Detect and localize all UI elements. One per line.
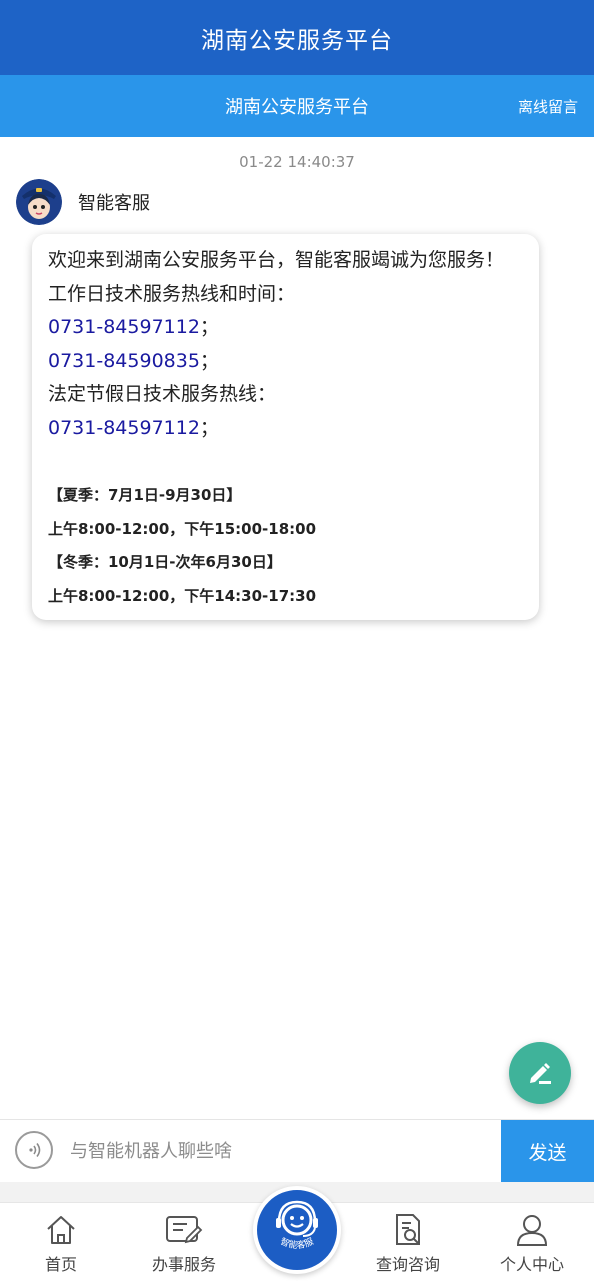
welcome-text: 欢迎来到湖南公安服务平台，智能客服竭诚为您服务！	[48, 249, 505, 271]
winter-hours: 上午8:00-12:00，下午14:30-17:30	[48, 586, 317, 605]
agent-avatar	[16, 179, 62, 225]
voice-icon	[29, 1143, 41, 1157]
tab-home[interactable]: 首页	[6, 1203, 116, 1281]
offline-message-button[interactable]: 离线留言	[518, 75, 578, 137]
workday-phone-row: 0731-84597112；	[48, 311, 523, 345]
message-timestamp: 01-22 14:40:37	[239, 153, 355, 171]
chat-title: 湖南公安服务平台	[225, 97, 369, 118]
chat-header: 湖南公安服务平台 离线留言	[0, 75, 594, 137]
app-header: 湖南公安服务平台	[0, 0, 594, 75]
center-badge-label: 智能客服	[279, 1235, 316, 1251]
pencil-icon	[530, 1063, 551, 1084]
phone-link[interactable]: 0731-84597112	[48, 316, 200, 338]
home-icon	[47, 1216, 75, 1244]
phone-suffix: ；	[199, 316, 219, 338]
tab-label: 办事服务	[151, 1255, 216, 1274]
workday-label: 工作日技术服务热线和时间：	[48, 282, 296, 305]
headset-icon: 智能客服	[276, 1200, 318, 1251]
chat-input-bar: 发送	[0, 1119, 594, 1182]
tab-label: 查询咨询	[375, 1255, 440, 1274]
smart-service-button[interactable]: 智能客服	[253, 1186, 341, 1274]
phone-suffix: ；	[199, 349, 219, 372]
agent-name: 智能客服	[78, 193, 150, 214]
winter-label: 【冬季：10月1日-次年6月30日】	[48, 553, 282, 571]
compose-button[interactable]	[509, 1042, 571, 1104]
holiday-phone-row: 0731-84597112；	[48, 412, 523, 446]
document-edit-icon	[166, 1216, 203, 1244]
chat-input[interactable]	[62, 1128, 508, 1174]
message-bubble: 欢迎来到湖南公安服务平台，智能客服竭诚为您服务！ 工作日技术服务热线和时间： 0…	[32, 234, 539, 620]
tab-label: 个人中心	[499, 1255, 564, 1274]
summer-hours: 上午8:00-12:00，下午15:00-18:00	[48, 519, 317, 538]
page-title: 湖南公安服务平台	[201, 27, 393, 54]
phone-link[interactable]: 0731-84590835	[48, 350, 200, 372]
user-icon	[516, 1215, 548, 1246]
document-search-icon	[396, 1214, 420, 1245]
tab-services[interactable]: 办事服务	[129, 1203, 239, 1281]
phone-suffix: ；	[199, 416, 219, 439]
tab-profile[interactable]: 个人中心	[477, 1203, 587, 1281]
holiday-label: 法定节假日技术服务热线：	[48, 383, 277, 405]
summer-label: 【夏季：7月1日-9月30日】	[48, 486, 242, 504]
workday-phone-row: 0731-84590835；	[48, 345, 523, 379]
tab-inquiry[interactable]: 查询咨询	[353, 1203, 463, 1281]
voice-input-button[interactable]	[15, 1131, 53, 1169]
phone-link[interactable]: 0731-84597112	[48, 417, 200, 439]
send-button[interactable]: 发送	[501, 1120, 594, 1182]
tab-label: 首页	[44, 1255, 77, 1274]
